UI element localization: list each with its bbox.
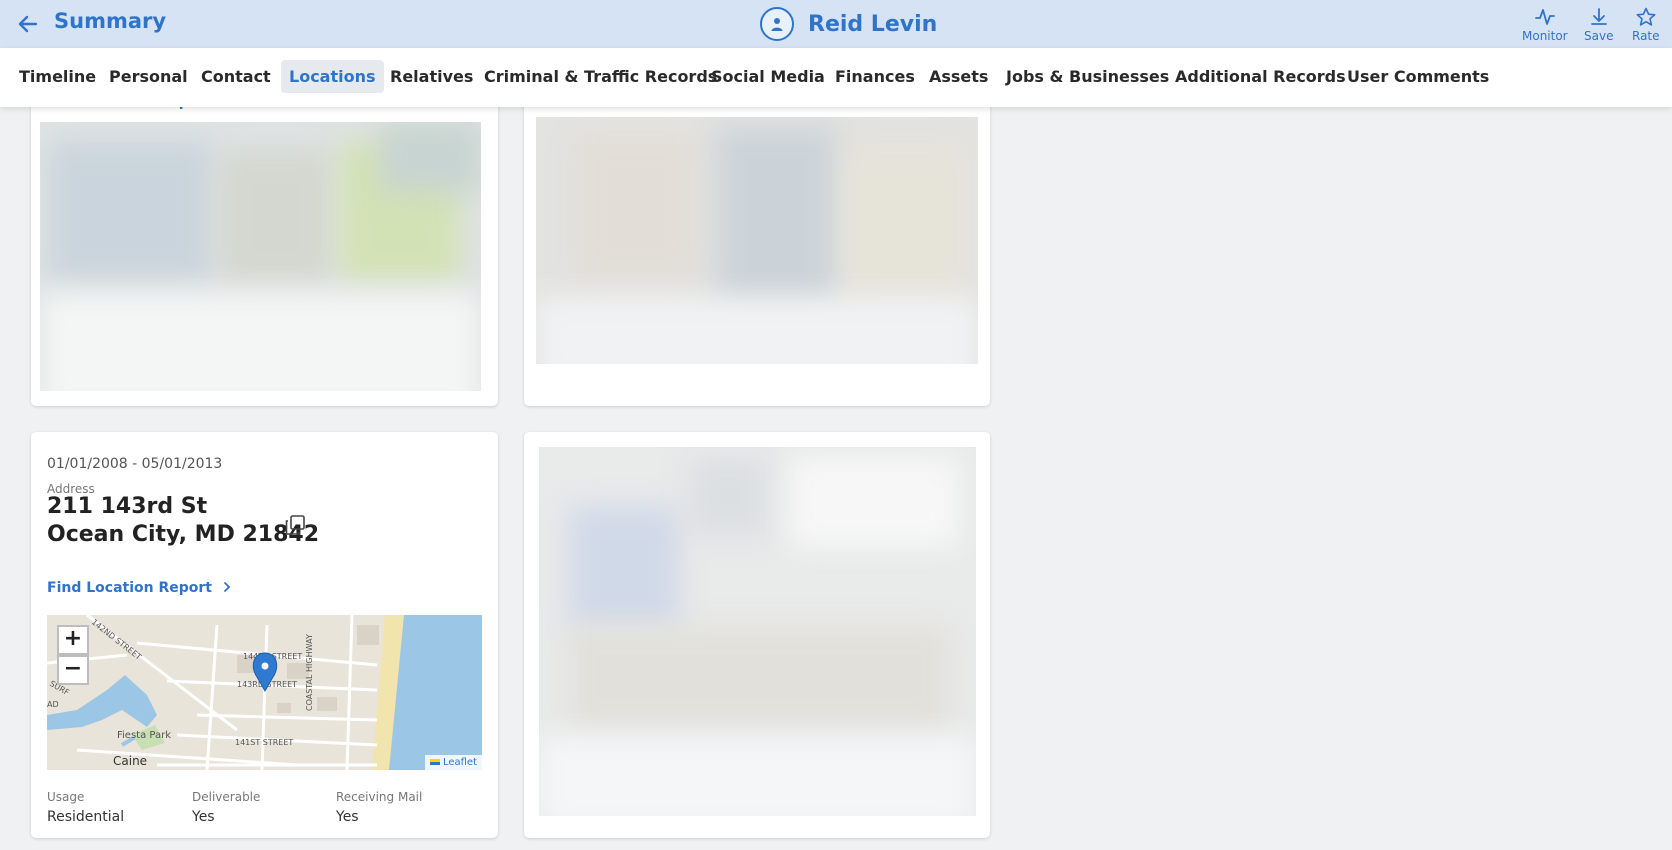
tab-social-media[interactable]: Social Media [703, 60, 833, 93]
find-location-report-label: Find Location Report [47, 580, 212, 596]
map-label-caine: Caine [113, 754, 147, 768]
receiving-mail-label: Receiving Mail [336, 790, 423, 804]
tab-assets[interactable]: Assets [921, 60, 996, 93]
map-label-141st: 141ST STREET [235, 738, 293, 747]
tab-criminal-traffic-records[interactable]: Criminal & Traffic Records [476, 60, 725, 93]
tab-contact[interactable]: Contact [193, 60, 279, 93]
find-location-report-link[interactable]: Find Location Report [47, 580, 233, 596]
tab-relatives[interactable]: Relatives [382, 60, 481, 93]
map-label-coastal: COASTAL HIGHWAY [305, 634, 314, 711]
top-header: Summary Reid Levin Monitor Save Rate [0, 0, 1672, 48]
save-label: Save [1584, 29, 1614, 43]
tab-additional-records[interactable]: Additional Records [1167, 60, 1354, 93]
map-label-ad: AD [47, 700, 59, 709]
location-card-previous-2 [524, 60, 990, 406]
arrow-left-icon [18, 15, 38, 33]
blurred-map [539, 447, 976, 816]
person-header: Reid Levin [760, 4, 937, 44]
tab-finances[interactable]: Finances [827, 60, 923, 93]
copy-address-button[interactable] [283, 513, 307, 537]
tab-timeline[interactable]: Timeline [11, 60, 104, 93]
star-icon [1636, 7, 1656, 26]
map-attribution[interactable]: Leaflet [424, 755, 482, 770]
zoom-out-button[interactable]: − [57, 655, 89, 685]
receiving-mail-value: Yes [336, 809, 359, 825]
location-map[interactable]: 142ND STREET 144TH STREET 143RD STREET 1… [47, 615, 482, 770]
map-tiles: 142ND STREET 144TH STREET 143RD STREET 1… [47, 615, 482, 770]
leaflet-link: Leaflet [442, 757, 477, 768]
usage-value: Residential [47, 809, 125, 825]
location-card: 01/01/2008 - 05/01/2013 Address 211 143r… [31, 432, 498, 838]
monitor-button[interactable]: Monitor [1522, 6, 1568, 43]
tab-personal[interactable]: Personal [101, 60, 196, 93]
tab-jobs-businesses[interactable]: Jobs & Businesses [998, 60, 1177, 93]
tab-user-comments[interactable]: User Comments [1339, 60, 1497, 93]
zoom-in-button[interactable]: + [57, 625, 89, 655]
rate-button[interactable]: Rate [1632, 6, 1660, 43]
download-icon [1590, 8, 1607, 25]
blurred-map [536, 117, 978, 364]
chevron-right-icon [223, 582, 231, 592]
rate-label: Rate [1632, 29, 1660, 43]
deliverable-value: Yes [192, 809, 215, 825]
usage-label: Usage [47, 790, 85, 804]
activity-icon [1534, 9, 1555, 25]
back-button[interactable] [14, 10, 42, 38]
map-label-park: Fiesta Park [117, 730, 171, 741]
person-name: Reid Levin [808, 11, 938, 37]
location-card-previous: Find Location Report [31, 60, 498, 406]
section-tabs: Timeline Personal Contact Locations Rela… [0, 48, 1672, 107]
date-range: 01/01/2008 - 05/01/2013 [47, 456, 223, 472]
blurred-map [40, 122, 481, 391]
address-line-2: Ocean City, MD 21842 [47, 522, 320, 547]
monitor-label: Monitor [1522, 29, 1568, 43]
flag-icon [429, 759, 440, 765]
location-card-blurred [524, 432, 990, 838]
deliverable-label: Deliverable [192, 790, 261, 804]
copy-icon [285, 515, 305, 535]
user-circle-icon [760, 7, 794, 41]
page-title: Summary [54, 9, 167, 33]
address-line-1: 211 143rd St [47, 494, 208, 519]
save-button[interactable]: Save [1584, 6, 1613, 43]
tab-locations[interactable]: Locations [281, 60, 384, 93]
